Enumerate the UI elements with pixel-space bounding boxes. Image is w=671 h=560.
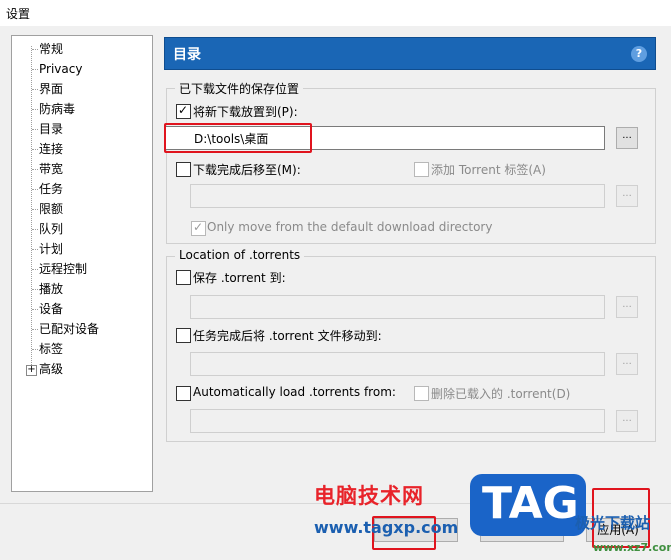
tree-item-queue[interactable]: 队列 [39, 219, 63, 239]
move-torrent-label: 任务完成后将 .torrent 文件移动到: [193, 329, 382, 343]
tree-item-scheduler[interactable]: 计划 [39, 239, 63, 259]
only-move-default-checkbox[interactable]: ✓ [191, 220, 206, 236]
tree-item-interface[interactable]: 界面 [39, 79, 63, 99]
watermark-logo-text: TAG [482, 478, 579, 529]
panel-title: 目录 [173, 47, 201, 63]
tree-item-directories[interactable]: 目录 [39, 119, 64, 139]
autoload-checkbox[interactable] [176, 386, 191, 401]
save-torrent-label: 保存 .torrent 到: [193, 271, 286, 285]
panel-header: 目录 ? [164, 37, 656, 70]
torrents-location-legend: Location of .torrents [175, 248, 305, 262]
expand-icon[interactable]: + [26, 365, 37, 376]
watermark-brand2-url: www.xz7.com [593, 541, 671, 554]
tree-line [31, 46, 32, 369]
move-completed-label: 下载完成后移至(M): [193, 163, 301, 177]
save-torrent-path-field[interactable] [190, 295, 605, 319]
tree-item-remote[interactable]: 远程控制 [39, 259, 87, 279]
window-title: 设置 [6, 7, 31, 21]
watermark-logo: TAG [470, 474, 586, 536]
settings-tree: 常规 Privacy 界面 防病毒 目录 连接 带宽 任务 限额 队列 计划 远… [11, 35, 153, 492]
save-location-legend: 已下载文件的保存位置 [175, 80, 304, 97]
autoload-path-field[interactable] [190, 409, 605, 433]
tree-item-connection[interactable]: 连接 [39, 139, 63, 159]
tree-item-advanced[interactable]: 高级 [39, 359, 63, 379]
browse-move-torrent-button[interactable]: ... [616, 353, 638, 375]
tree-item-bandwidth[interactable]: 带宽 [39, 159, 63, 179]
add-torrent-label-text: 添加 Torrent 标签(A) [431, 163, 546, 177]
tree-item-playback[interactable]: 播放 [39, 279, 63, 299]
tree-item-tasks[interactable]: 任务 [39, 179, 63, 199]
move-torrent-path-field[interactable] [190, 352, 605, 376]
tree-item-quota[interactable]: 限额 [39, 199, 63, 219]
tree-item-devices[interactable]: 设备 [39, 299, 63, 319]
browse-new-downloads-button[interactable]: ... [616, 127, 638, 149]
title-bar: 设置 [0, 0, 671, 26]
autoload-label: Automatically load .torrents from: [193, 385, 396, 399]
checkmark-icon: ✓ [193, 220, 204, 234]
checkmark-icon: ✓ [178, 103, 189, 117]
browse-autoload-button[interactable]: ... [616, 410, 638, 432]
watermark-site-url: www.tagxp.com [314, 518, 459, 537]
tree-item-antivirus[interactable]: 防病毒 [39, 99, 75, 119]
help-icon[interactable]: ? [631, 46, 647, 62]
move-completed-checkbox[interactable] [176, 162, 191, 177]
move-torrent-checkbox[interactable] [176, 328, 191, 343]
tree-item-privacy[interactable]: Privacy [39, 59, 82, 79]
only-move-default-label: Only move from the default download dire… [207, 220, 493, 234]
add-torrent-label-checkbox[interactable] [414, 162, 429, 177]
save-torrent-checkbox[interactable] [176, 270, 191, 285]
tree-item-paired-devices[interactable]: 已配对设备 [39, 319, 99, 339]
browse-save-torrent-button[interactable]: ... [616, 296, 638, 318]
delete-loaded-label: 删除已载入的 .torrent(D) [431, 387, 571, 401]
move-completed-path-field[interactable] [190, 184, 605, 208]
browse-move-completed-button[interactable]: ... [616, 185, 638, 207]
delete-loaded-checkbox[interactable] [414, 386, 429, 401]
highlight-box-path [164, 123, 312, 153]
new-downloads-checkbox[interactable]: ✓ [176, 103, 191, 119]
new-downloads-label: 将新下载放置到(P): [193, 105, 298, 119]
tree-item-labels[interactable]: 标签 [39, 339, 63, 359]
watermark-site-name: 电脑技术网 [314, 484, 424, 508]
watermark-brand2: 极光下载站 [575, 514, 651, 532]
tree-item-general[interactable]: 常规 [39, 39, 63, 59]
